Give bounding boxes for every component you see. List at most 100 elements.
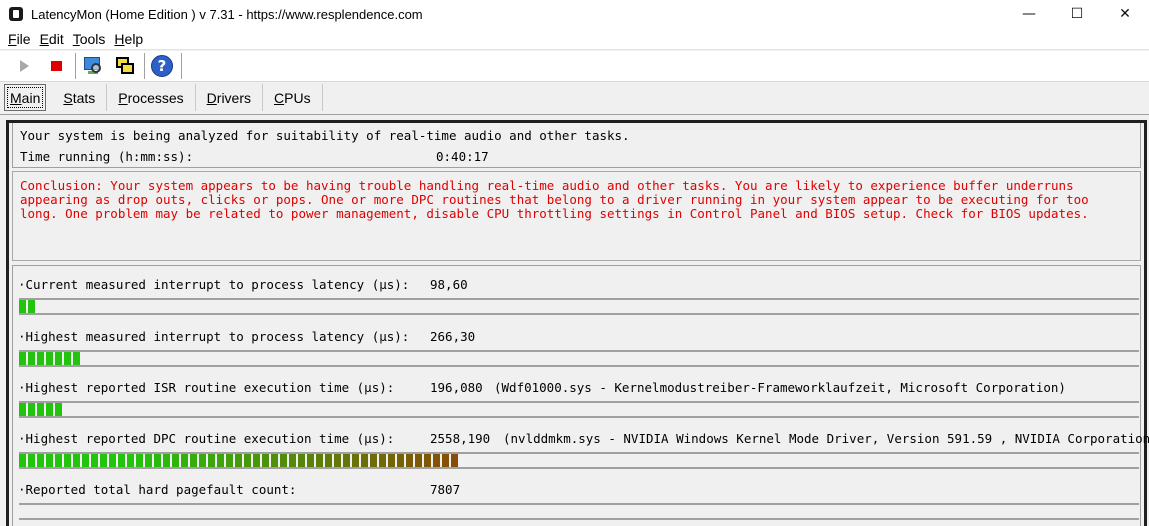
bar-segment [136,454,145,467]
maximize-button[interactable]: ☐ [1053,0,1101,28]
tab-processes[interactable]: Processes [107,84,196,111]
windows-button[interactable] [111,52,139,80]
tab-drivers-rest: rivers [216,89,252,106]
tab-cpus[interactable]: C PUs [263,84,323,111]
bar-segment [217,454,226,467]
bar-segment [127,454,136,467]
latency-bar [19,401,1139,418]
close-button[interactable]: ✕ [1101,0,1149,28]
tab-processes-rest: rocesses [127,89,184,106]
bar-segment [253,454,262,467]
menu-help-key: H [114,30,125,47]
menu-help[interactable]: Help [113,31,144,47]
start-button[interactable] [10,52,38,80]
tab-stats-key: S [63,89,73,106]
tab-stats-rest: tats [72,89,96,106]
bar-segment [19,454,28,467]
stop-button[interactable] [42,52,70,80]
bar-segment [82,454,91,467]
bar-segment [37,403,46,416]
help-button[interactable]: ? [148,52,176,80]
tab-drivers[interactable]: Drivers [196,84,264,111]
metric-label: ·Current measured interrupt to process l… [18,277,410,292]
latency-bar-fill [19,300,37,313]
bar-segment [424,454,433,467]
latency-bar [19,298,1139,315]
bar-segment [442,454,451,467]
menu-tools-rest: ools [79,30,106,47]
bar-segment [64,352,73,365]
menu-bar: File Edit Tools Help [0,28,1149,50]
menu-edit[interactable]: Edit [39,31,65,47]
bar-segment [28,454,37,467]
bar-segment [451,454,460,467]
metric-driver-note: (nvlddmkm.sys - NVIDIA Windows Kernel Mo… [503,431,1149,446]
bar-segment [208,454,217,467]
bar-segment [298,454,307,467]
tab-main-key: M [10,89,22,106]
analyze-button[interactable] [79,52,107,80]
menu-edit-rest: dit [48,30,64,47]
tab-bar: Main Stats Processes Drivers C PUs [0,83,1149,115]
latency-bar-fill [19,454,460,467]
menu-help-rest: elp [124,30,144,47]
toolbar: ? [0,51,1149,82]
bar-segment [352,454,361,467]
bar-segment [46,403,55,416]
window-controls: — ☐ ✕ [1005,0,1149,28]
help-icon: ? [151,55,173,77]
bar-segment [334,454,343,467]
bar-segment [154,454,163,467]
minimize-button[interactable]: — [1005,0,1053,28]
menu-file[interactable]: File [7,31,32,47]
search-icon [82,55,104,77]
bar-segment [289,454,298,467]
bar-segment [28,352,37,365]
bar-segment [46,454,55,467]
bar-segment [109,454,118,467]
tab-cpus-rest: PUs [284,89,311,106]
status-panel: Your system is being analyzed for suitab… [12,123,1141,168]
windows-icon [114,55,136,77]
conclusion-text: Conclusion: Your system appears to be ha… [20,178,1089,221]
bar-segment [28,403,37,416]
bar-segment [73,454,82,467]
main-content: Your system is being analyzed for suitab… [6,120,1149,526]
tab-processes-key: P [118,89,128,106]
metric-value: 266,30 [430,329,476,344]
time-running-label: Time running (h:mm:ss): [20,149,194,164]
metric-driver-note: (Wdf01000.sys - Kernelmodustreiber-Frame… [494,380,1066,395]
title-bar: LatencyMon (Home Edition ) v 7.31 - http… [0,0,1149,28]
tab-stats[interactable]: Stats [52,84,108,111]
tab-drivers-key: D [206,89,217,106]
menu-tools-key: T [72,30,80,47]
app-icon [9,7,23,21]
bar-segment [307,454,316,467]
latency-bar [19,350,1139,367]
toolbar-separator [144,53,145,79]
bar-segment [55,454,64,467]
bar-segment [262,454,271,467]
metric-label: ·Highest measured interrupt to process l… [18,329,410,344]
bar-segment [55,403,64,416]
bar-segment [343,454,352,467]
bar-segment [37,454,46,467]
toolbar-separator [75,53,76,79]
bar-segment [388,454,397,467]
bar-segment [55,352,64,365]
bar-segment [163,454,172,467]
menu-file-key: F [8,30,17,47]
bar-segment [19,403,28,416]
bar-segment [235,454,244,467]
tab-main[interactable]: Main [4,84,47,111]
latency-bar-fill [19,352,82,365]
bar-segment [181,454,190,467]
menu-tools[interactable]: Tools [72,31,107,47]
metric-label: ·Reported total hard pagefault count: [18,482,297,497]
metrics-panel: ·Current measured interrupt to process l… [12,265,1149,526]
bar-segment [361,454,370,467]
menu-edit-key: E [39,30,49,47]
toolbar-separator [181,53,182,79]
bar-segment [46,352,55,365]
pagefault-bar [19,503,1139,520]
